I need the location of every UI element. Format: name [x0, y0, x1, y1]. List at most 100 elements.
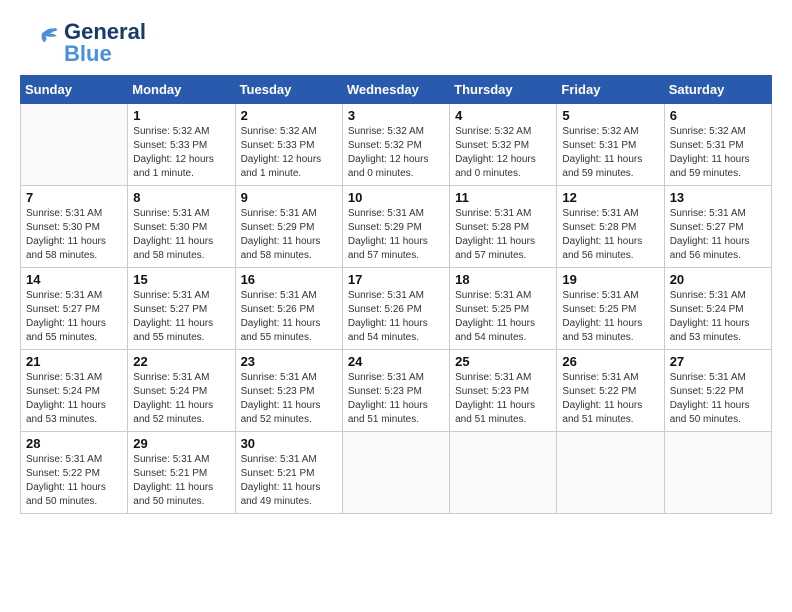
logo-general: General: [64, 21, 146, 43]
calendar-cell: 19Sunrise: 5:31 AMSunset: 5:25 PMDayligh…: [557, 268, 664, 350]
day-info: Sunrise: 5:32 AMSunset: 5:31 PMDaylight:…: [670, 125, 766, 181]
day-number: 5: [562, 108, 658, 123]
calendar-cell: 12 Sunrise: 5:31 AMSunset: 5:28 PMDayligh…: [557, 186, 664, 268]
day-number: 16: [241, 272, 337, 287]
weekday-header-sunday: Sunday: [21, 76, 128, 104]
calendar-cell: 16 Sunrise: 5:31 AMSunset: 5:26 PMDayligh…: [235, 268, 342, 350]
calendar-cell: [21, 104, 128, 186]
day-info: Sunrise: 5:31 AMSunset: 5:22 PMDaylight:…: [562, 371, 658, 427]
logo-text-block: General Blue: [64, 21, 146, 65]
calendar-week-1: 1 Sunrise: 5:32 AMSunset: 5:33 PMDaylight…: [21, 104, 772, 186]
day-info: Sunrise: 5:31 AMSunset: 5:28 PMDaylight:…: [455, 207, 551, 263]
day-number: 8: [133, 190, 229, 205]
calendar-cell: 22 Sunrise: 5:31 AMSunset: 5:24 PMDayligh…: [128, 350, 235, 432]
day-number: 24: [348, 354, 444, 369]
day-number: 25: [455, 354, 551, 369]
day-info: Sunrise: 5:31 AMSunset: 5:26 PMDaylight:…: [348, 289, 444, 345]
day-number: 9: [241, 190, 337, 205]
day-info: Sunrise: 5:31 AMSunset: 5:28 PMDaylight:…: [562, 207, 658, 263]
day-info: Sunrise: 5:31 AMSunset: 5:24 PMDaylight:…: [26, 371, 122, 427]
calendar-cell: 5 Sunrise: 5:32 AMSunset: 5:31 PMDaylight…: [557, 104, 664, 186]
logo: General Blue: [20, 20, 146, 65]
calendar-cell: 28 Sunrise: 5:31 AMSunset: 5:22 PMDayligh…: [21, 432, 128, 514]
calendar-cell: 18 Sunrise: 5:31 AMSunset: 5:25 PMDayligh…: [450, 268, 557, 350]
calendar-cell: 23Sunrise: 5:31 AMSunset: 5:23 PMDayligh…: [235, 350, 342, 432]
day-info: Sunrise: 5:32 AMSunset: 5:32 PMDaylight:…: [348, 125, 444, 181]
day-number: 26: [562, 354, 658, 369]
day-number: 30: [241, 436, 337, 451]
calendar-cell: 10 Sunrise: 5:31 AMSunset: 5:29 PMDayligh…: [342, 186, 449, 268]
day-number: 6: [670, 108, 766, 123]
calendar-cell: 7Sunrise: 5:31 AMSunset: 5:30 PMDaylight…: [21, 186, 128, 268]
calendar-cell: 2Sunrise: 5:32 AMSunset: 5:33 PMDaylight…: [235, 104, 342, 186]
day-info: Sunrise: 5:31 AMSunset: 5:23 PMDaylight:…: [455, 371, 551, 427]
day-number: 1: [133, 108, 229, 123]
calendar-cell: 21 Sunrise: 5:31 AMSunset: 5:24 PMDayligh…: [21, 350, 128, 432]
day-info: Sunrise: 5:32 AMSunset: 5:31 PMDaylight:…: [562, 125, 658, 181]
day-info: Sunrise: 5:31 AMSunset: 5:27 PMDaylight:…: [670, 207, 766, 263]
calendar-cell: 17Sunrise: 5:31 AMSunset: 5:26 PMDayligh…: [342, 268, 449, 350]
calendar-week-5: 28 Sunrise: 5:31 AMSunset: 5:22 PMDayligh…: [21, 432, 772, 514]
weekday-header-row: SundayMondayTuesdayWednesdayThursdayFrid…: [21, 76, 772, 104]
day-info: Sunrise: 5:31 AMSunset: 5:25 PMDaylight:…: [562, 289, 658, 345]
day-info: Sunrise: 5:31 AMSunset: 5:22 PMDaylight:…: [670, 371, 766, 427]
calendar-cell: 15 Sunrise: 5:31 AMSunset: 5:27 PMDayligh…: [128, 268, 235, 350]
weekday-header-wednesday: Wednesday: [342, 76, 449, 104]
day-info: Sunrise: 5:31 AMSunset: 5:29 PMDaylight:…: [348, 207, 444, 263]
day-number: 4: [455, 108, 551, 123]
day-info: Sunrise: 5:32 AMSunset: 5:33 PMDaylight:…: [133, 125, 229, 181]
calendar-week-4: 21 Sunrise: 5:31 AMSunset: 5:24 PMDayligh…: [21, 350, 772, 432]
calendar-cell: 29Sunrise: 5:31 AMSunset: 5:21 PMDayligh…: [128, 432, 235, 514]
day-number: 13: [670, 190, 766, 205]
day-number: 2: [241, 108, 337, 123]
calendar-cell: 3 Sunrise: 5:32 AMSunset: 5:32 PMDaylight…: [342, 104, 449, 186]
day-number: 21: [26, 354, 122, 369]
day-number: 23: [241, 354, 337, 369]
calendar-cell: 25 Sunrise: 5:31 AMSunset: 5:23 PMDayligh…: [450, 350, 557, 432]
day-info: Sunrise: 5:31 AMSunset: 5:26 PMDaylight:…: [241, 289, 337, 345]
logo-blue: Blue: [64, 43, 112, 65]
page-header: General Blue: [20, 20, 772, 65]
day-info: Sunrise: 5:31 AMSunset: 5:29 PMDaylight:…: [241, 207, 337, 263]
day-number: 10: [348, 190, 444, 205]
day-number: 12: [562, 190, 658, 205]
logo-icon: [20, 20, 60, 65]
calendar-cell: 30 Sunrise: 5:31 AMSunset: 5:21 PMDayligh…: [235, 432, 342, 514]
day-number: 14: [26, 272, 122, 287]
calendar-cell: 9 Sunrise: 5:31 AMSunset: 5:29 PMDaylight…: [235, 186, 342, 268]
day-info: Sunrise: 5:31 AMSunset: 5:30 PMDaylight:…: [133, 207, 229, 263]
calendar-cell: [342, 432, 449, 514]
day-number: 22: [133, 354, 229, 369]
calendar-cell: [557, 432, 664, 514]
calendar-cell: [664, 432, 771, 514]
calendar-cell: 20 Sunrise: 5:31 AMSunset: 5:24 PMDayligh…: [664, 268, 771, 350]
weekday-header-thursday: Thursday: [450, 76, 557, 104]
calendar-cell: [450, 432, 557, 514]
day-info: Sunrise: 5:31 AMSunset: 5:24 PMDaylight:…: [670, 289, 766, 345]
day-info: Sunrise: 5:31 AMSunset: 5:23 PMDaylight:…: [348, 371, 444, 427]
day-number: 3: [348, 108, 444, 123]
calendar-week-2: 7Sunrise: 5:31 AMSunset: 5:30 PMDaylight…: [21, 186, 772, 268]
day-info: Sunrise: 5:31 AMSunset: 5:27 PMDaylight:…: [26, 289, 122, 345]
day-number: 15: [133, 272, 229, 287]
calendar-cell: 13 Sunrise: 5:31 AMSunset: 5:27 PMDayligh…: [664, 186, 771, 268]
day-number: 18: [455, 272, 551, 287]
day-info: Sunrise: 5:31 AMSunset: 5:21 PMDaylight:…: [241, 453, 337, 509]
day-number: 27: [670, 354, 766, 369]
day-number: 20: [670, 272, 766, 287]
calendar-cell: 26 Sunrise: 5:31 AMSunset: 5:22 PMDayligh…: [557, 350, 664, 432]
weekday-header-tuesday: Tuesday: [235, 76, 342, 104]
day-info: Sunrise: 5:31 AMSunset: 5:27 PMDaylight:…: [133, 289, 229, 345]
day-number: 28: [26, 436, 122, 451]
day-info: Sunrise: 5:31 AMSunset: 5:30 PMDaylight:…: [26, 207, 122, 263]
day-info: Sunrise: 5:31 AMSunset: 5:24 PMDaylight:…: [133, 371, 229, 427]
day-info: Sunrise: 5:31 AMSunset: 5:21 PMDaylight:…: [133, 453, 229, 509]
calendar-cell: 24 Sunrise: 5:31 AMSunset: 5:23 PMDayligh…: [342, 350, 449, 432]
weekday-header-monday: Monday: [128, 76, 235, 104]
calendar-cell: 1 Sunrise: 5:32 AMSunset: 5:33 PMDaylight…: [128, 104, 235, 186]
calendar-cell: 8 Sunrise: 5:31 AMSunset: 5:30 PMDaylight…: [128, 186, 235, 268]
day-info: Sunrise: 5:31 AMSunset: 5:25 PMDaylight:…: [455, 289, 551, 345]
day-info: Sunrise: 5:31 AMSunset: 5:22 PMDaylight:…: [26, 453, 122, 509]
calendar-cell: 27 Sunrise: 5:31 AMSunset: 5:22 PMDayligh…: [664, 350, 771, 432]
calendar-cell: 14 Sunrise: 5:31 AMSunset: 5:27 PMDayligh…: [21, 268, 128, 350]
